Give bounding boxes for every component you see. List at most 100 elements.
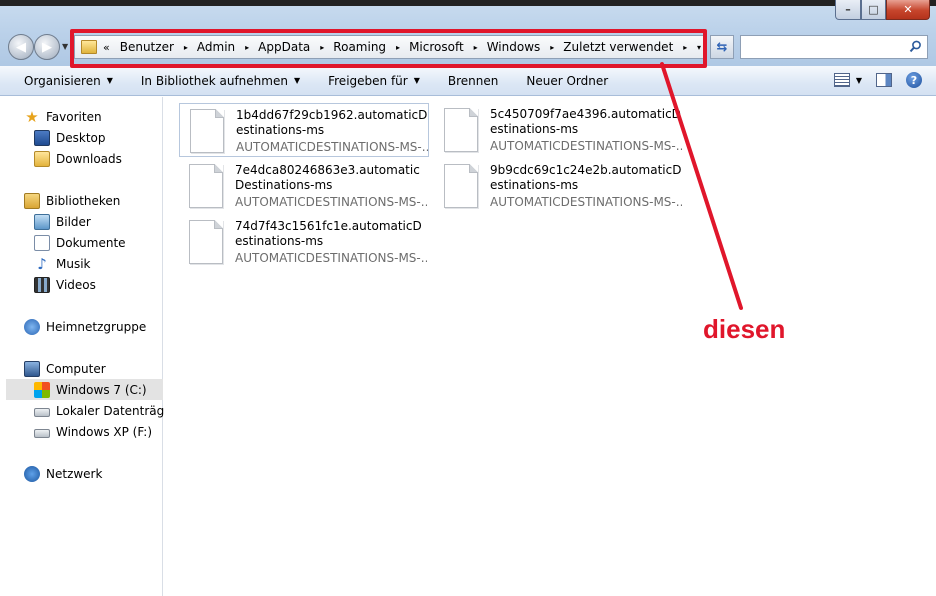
forward-button[interactable]: ▶ — [34, 34, 60, 60]
nav-label: Bibliotheken — [46, 193, 121, 208]
nav-label: Downloads — [56, 151, 122, 166]
pictures-icon — [34, 213, 50, 230]
star-icon: ★ — [25, 107, 39, 126]
file-icon — [190, 109, 224, 153]
nav-label: Dokumente — [56, 235, 126, 250]
back-button[interactable]: ◀ — [8, 34, 34, 60]
nav-libraries[interactable]: Bibliotheken — [24, 190, 120, 211]
file-name: 9b9cdc69c1c24e2b.automaticDestinations-m… — [490, 163, 682, 192]
windows-drive-icon — [34, 381, 50, 398]
help-button[interactable]: ? — [906, 72, 922, 88]
downloads-folder-icon — [34, 150, 50, 167]
network-icon — [24, 465, 40, 482]
change-view-button[interactable]: ▼ — [833, 73, 862, 87]
maximize-button[interactable]: □ — [861, 0, 886, 20]
title-bar — [0, 0, 936, 6]
preview-pane-toggle[interactable] — [876, 73, 892, 87]
nav-videos[interactable]: Videos — [34, 274, 96, 295]
computer-icon — [24, 360, 40, 377]
nav-homegroup[interactable]: Heimnetzgruppe — [24, 316, 146, 337]
new-folder-button[interactable]: Neuer Ordner — [512, 74, 622, 88]
music-note-icon: ♪ — [37, 254, 47, 273]
nav-pictures[interactable]: Bilder — [34, 211, 91, 232]
close-button[interactable]: ✕ — [886, 0, 930, 20]
nav-local-disk[interactable]: Lokaler Datenträger — [34, 400, 177, 421]
file-type: AUTOMATICDESTINATIONS-MS-... — [236, 140, 428, 154]
file-icon — [444, 164, 478, 208]
file-item[interactable]: 7e4dca80246863e3.automaticDestinations-m… — [179, 159, 429, 213]
refresh-button[interactable]: ⇆ — [710, 35, 734, 59]
file-item[interactable]: 74d7f43c1561fc1e.automaticDestinations-m… — [179, 215, 429, 269]
chevron-down-icon: ▼ — [413, 76, 420, 85]
file-item[interactable]: 9b9cdc69c1c24e2b.automaticDestinations-m… — [434, 159, 684, 213]
hard-drive-icon — [34, 429, 50, 438]
share-with-menu[interactable]: Freigeben für ▼ — [314, 74, 434, 88]
burn-button[interactable]: Brennen — [434, 74, 512, 88]
nav-label: Windows XP (F:) — [56, 424, 153, 439]
new-folder-label: Neuer Ordner — [526, 73, 609, 88]
file-item[interactable]: 5c450709f7ae4396.automaticDestinations-m… — [434, 103, 684, 157]
homegroup-icon — [24, 318, 40, 335]
refresh-icon: ⇆ — [716, 39, 728, 55]
nav-network[interactable]: Netzwerk — [24, 463, 102, 484]
file-name: 5c450709f7ae4396.automaticDestinations-m… — [490, 107, 681, 136]
file-icon — [444, 108, 478, 152]
file-type: AUTOMATICDESTINATIONS-MS-... — [235, 195, 427, 209]
file-type: AUTOMATICDESTINATIONS-MS-... — [490, 195, 682, 209]
annotation-highlight-box — [70, 29, 707, 68]
search-icon — [909, 40, 921, 53]
minimize-button[interactable]: – — [835, 0, 861, 20]
share-label: Freigeben für — [328, 73, 408, 88]
organize-label: Organisieren — [24, 73, 101, 88]
window-controls: – □ ✕ — [835, 0, 930, 20]
organize-menu[interactable]: Organisieren ▼ — [0, 74, 127, 88]
file-list: 1b4dd67f29cb1962.automaticDestinations-m… — [164, 97, 936, 596]
arrow-left-icon: ◀ — [16, 39, 26, 55]
chevron-down-icon: ▼ — [293, 76, 301, 85]
hard-drive-icon — [34, 408, 50, 417]
desktop-icon — [34, 129, 50, 146]
nav-desktop[interactable]: Desktop — [34, 127, 106, 148]
nav-label: Desktop — [56, 130, 106, 145]
file-name: 1b4dd67f29cb1962.automaticDestinations-m… — [236, 108, 428, 137]
nav-label: Videos — [56, 277, 96, 292]
nav-drive-f[interactable]: Windows XP (F:) — [34, 421, 152, 442]
nav-favorites[interactable]: ★ Favoriten — [24, 106, 102, 127]
nav-label: Computer — [46, 361, 106, 376]
nav-music[interactable]: ♪ Musik — [34, 253, 91, 274]
burn-label: Brennen — [447, 73, 499, 88]
file-icon — [189, 220, 223, 264]
nav-label: Heimnetzgruppe — [46, 319, 147, 334]
documents-icon — [34, 234, 50, 251]
nav-downloads[interactable]: Downloads — [34, 148, 122, 169]
nav-label: Netzwerk — [46, 466, 103, 481]
navigation-pane: ★ Favoriten Desktop Downloads Bibliothek… — [0, 97, 177, 596]
file-item[interactable]: 1b4dd67f29cb1962.automaticDestinations-m… — [179, 103, 429, 157]
annotation-label: diesen — [703, 314, 786, 344]
command-bar: Organisieren ▼ In Bibliothek aufnehmen ▼… — [0, 66, 936, 96]
search-input[interactable] — [740, 35, 928, 59]
chevron-down-icon: ▼ — [855, 75, 862, 85]
nav-label: Bilder — [56, 214, 91, 229]
file-type: AUTOMATICDESTINATIONS-MS-... — [235, 251, 427, 265]
view-options-icon — [833, 73, 850, 87]
chevron-down-icon: ▼ — [106, 76, 113, 85]
nav-computer[interactable]: Computer — [24, 358, 106, 379]
nav-drive-c[interactable]: Windows 7 (C:) — [6, 379, 163, 400]
file-type: AUTOMATICDESTINATIONS-MS-... — [490, 139, 682, 153]
include-in-library-menu[interactable]: In Bibliothek aufnehmen ▼ — [127, 74, 314, 88]
libraries-icon — [24, 192, 40, 209]
nav-label: Favoriten — [46, 109, 102, 124]
file-name: 7e4dca80246863e3.automaticDestinations-m… — [235, 163, 420, 192]
nav-documents[interactable]: Dokumente — [34, 232, 126, 253]
view-controls: ▼ ? — [833, 72, 922, 88]
recent-locations-dropdown[interactable]: ▼ — [62, 42, 68, 51]
file-name: 74d7f43c1561fc1e.automaticDestinations-m… — [235, 219, 422, 248]
nav-label: Windows 7 (C:) — [56, 382, 147, 397]
include-library-label: In Bibliothek aufnehmen — [140, 73, 288, 88]
arrow-right-icon: ▶ — [42, 39, 52, 55]
film-icon — [34, 276, 50, 293]
nav-label: Musik — [56, 256, 91, 271]
nav-label: Lokaler Datenträger — [56, 403, 177, 418]
file-icon — [189, 164, 223, 208]
